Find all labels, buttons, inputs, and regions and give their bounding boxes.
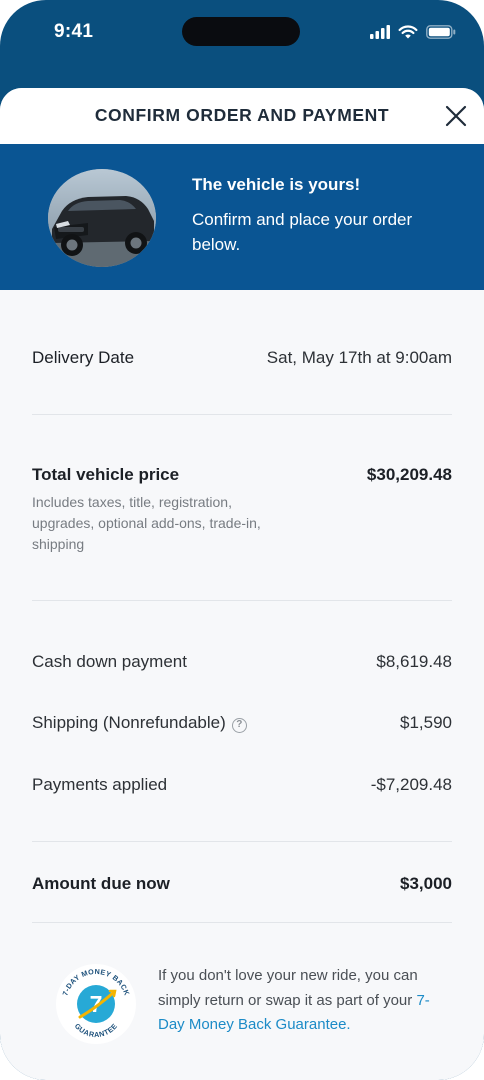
info-icon[interactable]: ?: [231, 718, 247, 733]
divider: [32, 841, 452, 842]
line-item-value: $1,590: [400, 713, 452, 732]
delivery-row: Delivery Date Sat, May 17th at 9:00am: [32, 348, 452, 368]
line-item-value: $8,619.48: [376, 652, 452, 671]
total-value: $30,209.48: [366, 465, 452, 484]
delivery-value: Sat, May 17th at 9:00am: [266, 348, 452, 367]
close-button[interactable]: [442, 102, 470, 130]
line-item-value: -$7,209.48: [370, 775, 452, 794]
banner-title: The vehicle is yours!: [192, 175, 361, 194]
signal-icon: [370, 25, 390, 39]
vehicle-photo: [48, 169, 156, 267]
phone-frame: 9:41 CONFIRM ORDER AND PAYMENT The vehic…: [0, 0, 484, 1080]
line-item-label: Shipping (Nonrefundable): [32, 713, 226, 732]
divider: [32, 922, 452, 923]
line-item-row: Cash down payment $8,619.48: [32, 652, 452, 672]
total-label: Total vehicle price: [32, 465, 180, 484]
line-item-row: Payments applied -$7,209.48: [32, 775, 452, 795]
status-time: 9:41: [54, 21, 94, 42]
total-row: Total vehicle price $30,209.48: [32, 465, 452, 485]
line-item-label: Payments applied: [32, 775, 168, 794]
banner-text: Confirm and place your order below.: [192, 210, 413, 254]
guarantee-section: 7-DAY MONEY BACK 7 GUARANTEE If you don'…: [32, 962, 452, 1052]
dynamic-island: [182, 17, 300, 46]
order-sheet: CONFIRM ORDER AND PAYMENT The vehicle is…: [0, 88, 484, 1080]
battery-icon: [426, 25, 456, 39]
sheet-header: CONFIRM ORDER AND PAYMENT: [0, 88, 484, 144]
close-icon: [445, 105, 467, 127]
delivery-label: Delivery Date: [32, 348, 135, 367]
status-icons: [370, 22, 456, 42]
line-item-label: Cash down payment: [32, 652, 187, 671]
confirmation-banner: The vehicle is yours! Confirm and place …: [0, 144, 484, 290]
total-note: Includes taxes, title, registration, upg…: [32, 494, 261, 552]
car-image: [48, 169, 156, 267]
line-item-row: Shipping (Nonrefundable)? $1,590: [32, 713, 452, 733]
money-back-badge-icon: 7-DAY MONEY BACK 7 GUARANTEE: [56, 964, 136, 1044]
divider: [32, 414, 452, 415]
guarantee-text: If you don't love your new ride, you can…: [158, 964, 448, 1038]
wifi-icon: [398, 25, 418, 39]
divider: [32, 600, 452, 601]
page-title: CONFIRM ORDER AND PAYMENT: [94, 105, 390, 125]
amount-due-row: Amount due now $3,000: [32, 874, 452, 894]
amount-due-label: Amount due now: [32, 874, 170, 893]
amount-due-value: $3,000: [400, 874, 452, 893]
guarantee-body: If you don't love your new ride, you can…: [158, 967, 418, 1009]
status-bar: 9:41: [0, 0, 484, 66]
